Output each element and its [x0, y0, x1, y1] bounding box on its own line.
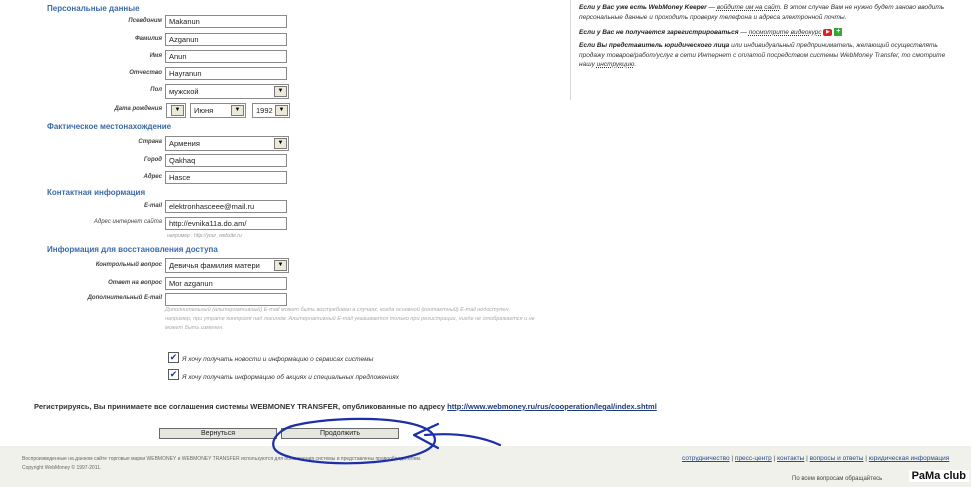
annotation-arrow	[412, 422, 502, 450]
annotation-circle	[272, 417, 437, 465]
hand-drawn-circle-arrow	[272, 417, 502, 465]
